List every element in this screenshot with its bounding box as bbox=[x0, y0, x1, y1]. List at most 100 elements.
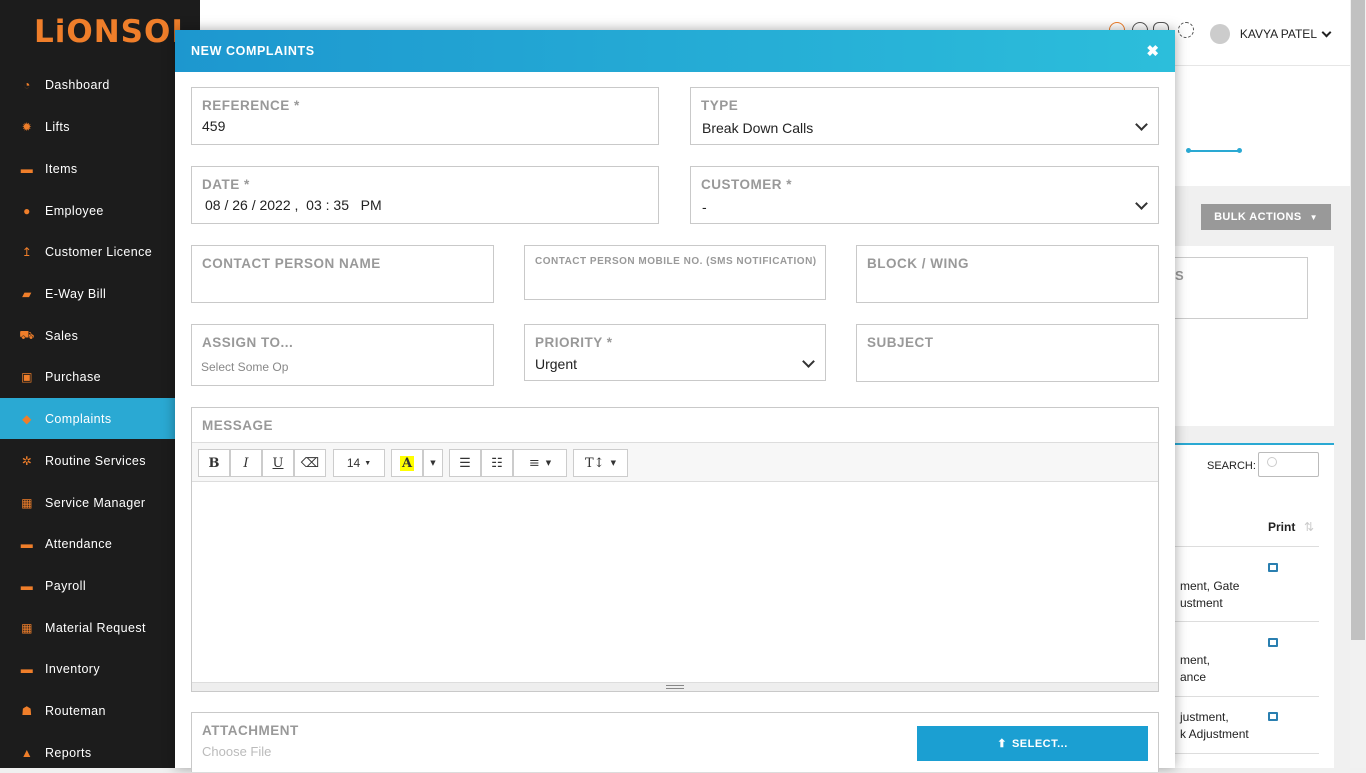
underline-button[interactable]: U bbox=[262, 449, 294, 477]
box-icon: ▬ bbox=[20, 578, 34, 593]
sidebar-item-label: Employee bbox=[45, 203, 104, 218]
priority-select[interactable]: PRIORITY * Urgent bbox=[524, 324, 826, 381]
contact-name-label: CONTACT PERSON NAME bbox=[202, 256, 381, 271]
assign-to-field[interactable]: ASSIGN TO... Select Some Op bbox=[191, 324, 494, 386]
sidebar-item-label: Dashboard bbox=[45, 77, 110, 92]
font-size-dropdown[interactable]: 14 ▼ bbox=[333, 449, 385, 477]
gears-icon: ✲ bbox=[21, 453, 33, 468]
close-icon[interactable]: ✖ bbox=[1146, 42, 1159, 60]
chevron-down-icon bbox=[1135, 118, 1148, 131]
print-icon[interactable] bbox=[1268, 638, 1278, 647]
new-complaint-modal: NEW COMPLAINTS ✖ REFERENCE * 459 TYPE Br… bbox=[175, 30, 1175, 772]
choose-file-text[interactable]: Choose File bbox=[202, 744, 271, 759]
attachment-label: ATTACHMENT bbox=[202, 723, 299, 738]
grid-icon: ▦ bbox=[21, 495, 33, 510]
reference-label: REFERENCE * bbox=[202, 98, 300, 113]
type-select[interactable]: TYPE Break Down Calls bbox=[690, 87, 1159, 145]
briefcase-icon: ▣ bbox=[21, 369, 33, 384]
contact-mobile-field[interactable]: CONTACT PERSON MOBILE NO. (SMS NOTIFICAT… bbox=[524, 245, 826, 300]
sidebar-item-customer-licence[interactable]: ↥ Customer Licence bbox=[0, 231, 175, 272]
sidebar-item-label: Sales bbox=[45, 328, 79, 343]
modal-title: NEW COMPLAINTS bbox=[191, 44, 315, 58]
sidebar-item-sales[interactable]: ⛟ Sales bbox=[0, 315, 175, 356]
sidebar-item-e-way-bill[interactable]: ▰ E-Way Bill bbox=[0, 273, 175, 314]
highlight-color-icon[interactable]: A bbox=[391, 449, 423, 477]
cart-icon: ⛟ bbox=[19, 327, 35, 342]
sidebar-item-reports[interactable]: ▲ Reports bbox=[0, 732, 175, 773]
gear-icon: ✹ bbox=[21, 119, 33, 134]
chevron-down-icon bbox=[802, 355, 815, 368]
user-menu[interactable]: KAVYA PATEL bbox=[1209, 24, 1332, 44]
brand-logo[interactable]: LiONSOL bbox=[34, 14, 192, 50]
sidebar-item-label: Service Manager bbox=[45, 495, 146, 510]
italic-button[interactable]: I bbox=[230, 449, 262, 477]
sidebar-item-label: Attendance bbox=[45, 536, 113, 551]
sidebar-item-label: Material Request bbox=[45, 620, 146, 635]
background-card: S bbox=[1175, 246, 1334, 426]
table-row: ment, Gate ustment bbox=[1180, 579, 1240, 610]
sidebar-item-lifts[interactable]: ✹ Lifts bbox=[0, 106, 175, 147]
users-icon: ☗ bbox=[21, 703, 33, 718]
sidebar-item-routine-services[interactable]: ✲ Routine Services bbox=[0, 440, 175, 481]
sidebar-item-label: Lifts bbox=[45, 119, 70, 134]
select-file-button[interactable]: ⬆ SELECT... bbox=[917, 726, 1148, 761]
assign-to-label: ASSIGN TO... bbox=[202, 335, 294, 350]
subject-field[interactable]: SUBJECT bbox=[856, 324, 1159, 382]
date-label: DATE * bbox=[202, 177, 250, 192]
contact-name-field[interactable]: CONTACT PERSON NAME bbox=[191, 245, 494, 303]
color-dropdown-icon[interactable]: ▼ bbox=[423, 449, 443, 477]
date-field[interactable]: DATE * 08 / 26 / 2022 , 03 : 35 PM bbox=[191, 166, 659, 224]
customer-value: - bbox=[702, 199, 707, 215]
block-wing-field[interactable]: BLOCK / WING bbox=[856, 245, 1159, 303]
box-icon: ▬ bbox=[20, 661, 34, 676]
subject-label: SUBJECT bbox=[867, 335, 934, 350]
clear-format-icon[interactable]: ⌫ bbox=[294, 449, 326, 477]
contact-mobile-label: CONTACT PERSON MOBILE NO. (SMS NOTIFICAT… bbox=[535, 256, 817, 267]
bullet-list-icon[interactable]: ☰ bbox=[449, 449, 481, 477]
table-row: justment, k Adjustment bbox=[1180, 710, 1249, 741]
print-column-header[interactable]: Print bbox=[1268, 520, 1295, 534]
editor-toolbar: B I U ⌫ 14 ▼ A ▼ ☰ ☷ ≡ ▼ T↕ ▼ bbox=[192, 442, 1158, 482]
sidebar-item-payroll[interactable]: ▬ Payroll bbox=[0, 565, 175, 606]
reference-field[interactable]: REFERENCE * 459 bbox=[191, 87, 659, 145]
sidebar-item-routeman[interactable]: ☗ Routeman bbox=[0, 690, 175, 731]
sidebar-item-service-manager[interactable]: ▦ Service Manager bbox=[0, 482, 175, 523]
line-height-icon[interactable]: T↕ ▼ bbox=[573, 449, 628, 477]
tag-icon: ◆ bbox=[22, 411, 32, 426]
bulk-actions-button[interactable]: BULK ACTIONS ▼ bbox=[1201, 204, 1331, 230]
type-label: TYPE bbox=[701, 98, 739, 113]
scrollbar-thumb[interactable] bbox=[1351, 0, 1365, 640]
user-icon: ● bbox=[23, 203, 31, 218]
customer-select[interactable]: CUSTOMER * - bbox=[690, 166, 1159, 224]
date-value: 08 / 26 / 2022 , 03 : 35 PM bbox=[205, 197, 382, 213]
sort-icon[interactable]: ⇅ bbox=[1304, 520, 1314, 534]
sidebar-item-label: Routeman bbox=[45, 703, 106, 718]
resize-handle[interactable] bbox=[192, 682, 1158, 691]
sidebar-item-complaints[interactable]: ◆ Complaints bbox=[0, 398, 175, 439]
search-input[interactable] bbox=[1258, 452, 1319, 477]
sidebar-item-inventory[interactable]: ▬ Inventory bbox=[0, 648, 175, 689]
search-icon bbox=[1267, 457, 1277, 467]
sidebar-item-label: Reports bbox=[45, 745, 92, 760]
sidebar-item-label: Customer Licence bbox=[45, 244, 153, 259]
sidebar-item-items[interactable]: ▬ Items bbox=[0, 148, 175, 189]
sidebar-item-purchase[interactable]: ▣ Purchase bbox=[0, 356, 175, 397]
bold-button[interactable]: B bbox=[198, 449, 230, 477]
sidebar-item-dashboard[interactable]: ◔ Dashboard bbox=[0, 64, 175, 105]
sidebar-item-material-request[interactable]: ▦ Material Request bbox=[0, 607, 175, 648]
gear-icon[interactable] bbox=[1178, 22, 1194, 38]
sidebar-item-employee[interactable]: ● Employee bbox=[0, 190, 175, 231]
block-wing-label: BLOCK / WING bbox=[867, 256, 969, 271]
sidebar-item-label: Payroll bbox=[45, 578, 87, 593]
background-partial-label: S bbox=[1175, 268, 1184, 283]
sidebar-item-label: Routine Services bbox=[45, 453, 146, 468]
numbered-list-icon[interactable]: ☷ bbox=[481, 449, 513, 477]
print-icon[interactable] bbox=[1268, 712, 1278, 721]
print-icon[interactable] bbox=[1268, 563, 1278, 572]
type-value: Break Down Calls bbox=[702, 120, 814, 136]
sidebar-item-attendance[interactable]: ▬ Attendance bbox=[0, 523, 175, 564]
assign-to-placeholder: Select Some Op bbox=[201, 360, 289, 374]
message-textarea[interactable] bbox=[192, 483, 1158, 683]
sidebar-item-label: Purchase bbox=[45, 369, 102, 384]
paragraph-align-icon[interactable]: ≡ ▼ bbox=[513, 449, 567, 477]
